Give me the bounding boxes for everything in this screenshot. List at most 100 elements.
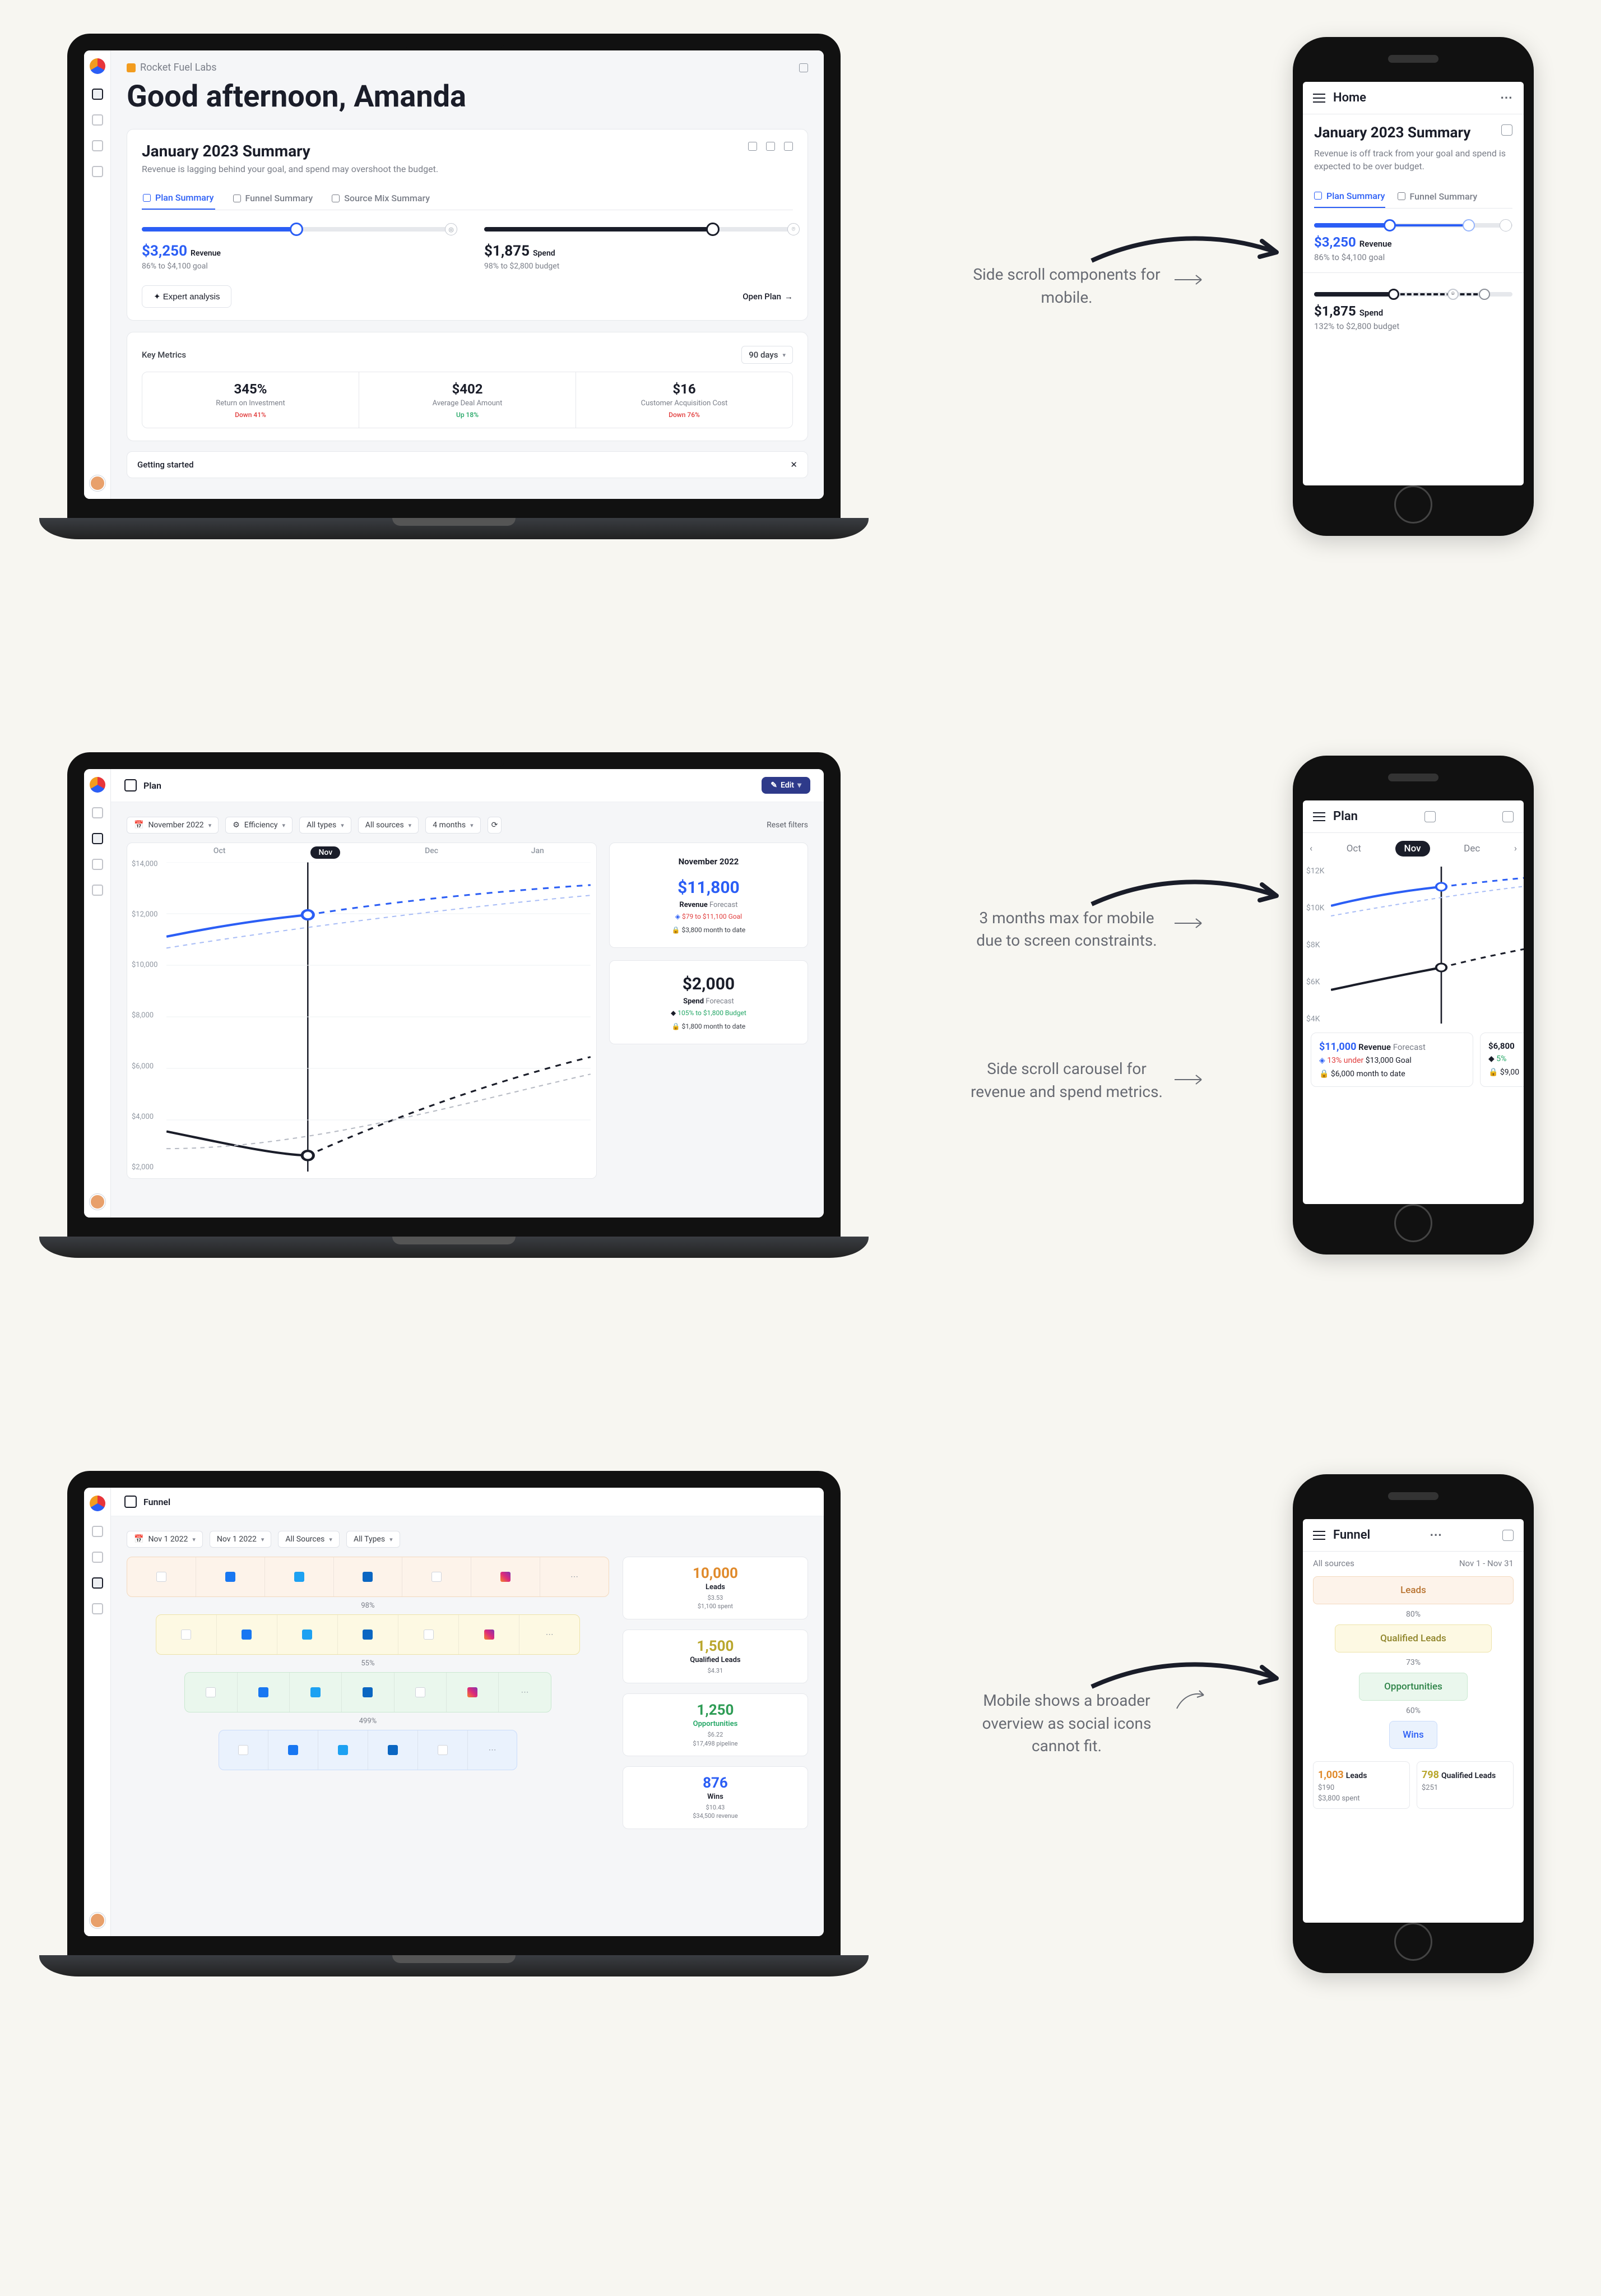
next-icon[interactable]: ›	[1514, 843, 1517, 854]
m-plan-chart[interactable]: $12K$10K $8K$6K $4K	[1303, 867, 1524, 1024]
m-stage-wins[interactable]: Wins	[1389, 1721, 1437, 1749]
m-stage-opps[interactable]: Opportunities	[1359, 1673, 1467, 1701]
add-icon[interactable]	[748, 142, 757, 151]
spend-sub: 98% to $2,800 budget	[484, 262, 793, 271]
summary-sub: Revenue is lagging behind your goal, and…	[142, 164, 438, 174]
edit-button[interactable]: ✎ Edit ▾	[762, 777, 810, 794]
month-filter[interactable]: 📅 November 2022▾	[127, 817, 219, 834]
spend-value: $1,875	[484, 243, 530, 260]
range-select[interactable]: 90 days▾	[741, 346, 793, 364]
refresh-button[interactable]: ⟳	[488, 817, 502, 834]
funnel-icon	[233, 195, 241, 202]
app-logo	[90, 777, 105, 793]
page-title: Funnel	[143, 1497, 170, 1507]
open-plan-link[interactable]: Open Plan	[743, 291, 793, 302]
metric-avg-deal[interactable]: $402 Average Deal Amount Up 18%	[359, 372, 576, 428]
plan-chart[interactable]: Oct Nov Dec Jan $14,000$12,000 $10,000$8…	[127, 843, 597, 1179]
nav-funnel-icon[interactable]	[92, 1577, 103, 1589]
nav-settings-icon[interactable]	[92, 885, 103, 896]
tab-funnel-summary[interactable]: Funnel Summary	[232, 187, 314, 210]
tab-plan-summary[interactable]: Plan Summary	[142, 187, 215, 210]
nav-plan-icon[interactable]	[92, 114, 103, 126]
phone-frame-funnel: Funnel ⋯ All sources Nov 1 - Nov 31 Lead…	[1293, 1474, 1534, 1973]
prev-icon[interactable]: ‹	[1310, 843, 1312, 854]
metric-cac[interactable]: $16 Customer Acquisition Cost Down 76%	[576, 372, 792, 428]
more-icon[interactable]	[784, 142, 793, 151]
expert-analysis-button[interactable]: ✦ Expert analysis	[142, 285, 231, 308]
page-title: Home	[1333, 91, 1366, 105]
nav-home-icon[interactable]	[92, 1526, 103, 1537]
summary-tabs: Plan Summary Funnel Summary Source Mix S…	[142, 187, 793, 210]
avatar[interactable]	[90, 1194, 105, 1210]
nav-home-icon[interactable]	[92, 89, 103, 100]
m-revenue-bar	[1314, 223, 1512, 228]
nav-settings-icon[interactable]	[92, 166, 103, 177]
revenue-forecast-card: November 2022 $11,800 Revenue Forecast ◈…	[609, 843, 808, 948]
types-filter[interactable]: All types▾	[299, 817, 351, 834]
nav-settings-icon[interactable]	[92, 1603, 103, 1614]
stage-qualified[interactable]: ⋯	[156, 1614, 581, 1655]
date-from[interactable]: 📅 Nov 1 2022▾	[127, 1531, 203, 1548]
m-range[interactable]: Nov 1 - Nov 31	[1459, 1558, 1514, 1568]
date-to[interactable]: Nov 1 2022▾	[210, 1531, 271, 1548]
more-icon[interactable]: ⋯	[570, 1572, 578, 1581]
greeting: Good afternoon, Amanda	[127, 79, 808, 114]
m-stage-leads[interactable]: Leads	[1313, 1576, 1514, 1604]
metric-roi[interactable]: 345% Return on Investment Down 41%	[142, 372, 359, 428]
revenue-sub: 86% to $4,100 goal	[142, 262, 451, 271]
filter-icon[interactable]	[1502, 811, 1514, 822]
sidebar	[84, 769, 111, 1218]
twitter-icon	[294, 1572, 304, 1582]
m-tab-plan[interactable]: Plan Summary	[1314, 185, 1385, 208]
nav-funnel-icon[interactable]	[92, 859, 103, 870]
calendar-icon[interactable]	[766, 142, 775, 151]
avatar[interactable]	[90, 475, 105, 491]
reset-filters[interactable]: Reset filters	[767, 821, 808, 830]
m-revenue-card: $11,000 Revenue Forecast ◈ 13% under $13…	[1311, 1033, 1473, 1087]
calendar-icon[interactable]	[1501, 124, 1512, 136]
phone-frame-plan: Plan ‹ Oct Nov Dec › $12K$10K $8K$6K $4K	[1293, 756, 1534, 1255]
menu-icon[interactable]	[1313, 1531, 1325, 1540]
m-metric-carousel[interactable]: $11,000 Revenue Forecast ◈ 13% under $13…	[1303, 1026, 1524, 1094]
laptop-frame-funnel: Funnel 📅 Nov 1 2022▾ Nov 1 2022▾ All Sou…	[67, 1471, 841, 1976]
filter-icon[interactable]	[1502, 1530, 1514, 1541]
edit-icon[interactable]	[1424, 811, 1436, 822]
sources-filter[interactable]: All sources▾	[358, 817, 419, 834]
tab-source-mix[interactable]: Source Mix Summary	[331, 187, 431, 210]
app-logo	[90, 1496, 105, 1511]
sources-filter[interactable]: All Sources▾	[278, 1531, 340, 1548]
nav-plan-icon[interactable]	[92, 1552, 103, 1563]
m-tab-funnel[interactable]: Funnel Summary	[1398, 185, 1478, 208]
avatar[interactable]	[90, 1913, 105, 1928]
m-sources[interactable]: All sources	[1313, 1558, 1354, 1568]
stage-leads[interactable]: ⋯	[127, 1557, 609, 1597]
stat-wins: 876 Wins $10.43$34,500 revenue	[623, 1766, 808, 1829]
more-icon[interactable]: ⋯	[1430, 1528, 1443, 1542]
menu-icon[interactable]	[1313, 812, 1325, 821]
stage-opportunities[interactable]: ⋯	[184, 1672, 551, 1712]
filter-bar: 📅 November 2022▾ ⚙ Efficiency▾ All types…	[127, 813, 808, 843]
nav-home-icon[interactable]	[92, 807, 103, 818]
key-metrics-title: Key Metrics	[142, 350, 186, 360]
month-switcher[interactable]: ‹ Oct Nov Dec ›	[1303, 833, 1524, 864]
m-spend-bar: ⌾	[1314, 292, 1512, 297]
facebook-icon	[225, 1572, 235, 1582]
getting-started[interactable]: Getting started ✕	[127, 451, 808, 478]
efficiency-filter[interactable]: ⚙ Efficiency▾	[225, 817, 293, 834]
help-icon[interactable]	[799, 63, 808, 72]
nav-funnel-icon[interactable]	[92, 140, 103, 151]
annotation-2a: 3 months max for mobile due to screen co…	[966, 907, 1168, 952]
window-filter[interactable]: 4 months▾	[425, 817, 480, 834]
sidebar	[84, 50, 111, 499]
m-stage-qualified[interactable]: Qualified Leads	[1335, 1624, 1491, 1652]
nav-plan-icon[interactable]	[92, 833, 103, 844]
pie-icon	[332, 195, 340, 202]
more-icon[interactable]: ⋯	[1500, 91, 1514, 105]
menu-icon[interactable]	[1313, 94, 1325, 103]
phone-frame-home: Home ⋯ January 2023 Summary Revenue is o…	[1293, 37, 1534, 536]
google-icon	[156, 1572, 166, 1582]
stage-wins[interactable]: ⋯	[219, 1730, 518, 1770]
close-icon[interactable]: ✕	[790, 460, 797, 470]
types-filter[interactable]: All Types▾	[346, 1531, 400, 1548]
laptop-frame-plan: Plan ✎ Edit ▾ 📅 November 2022▾ ⚙ Efficie…	[67, 752, 841, 1258]
